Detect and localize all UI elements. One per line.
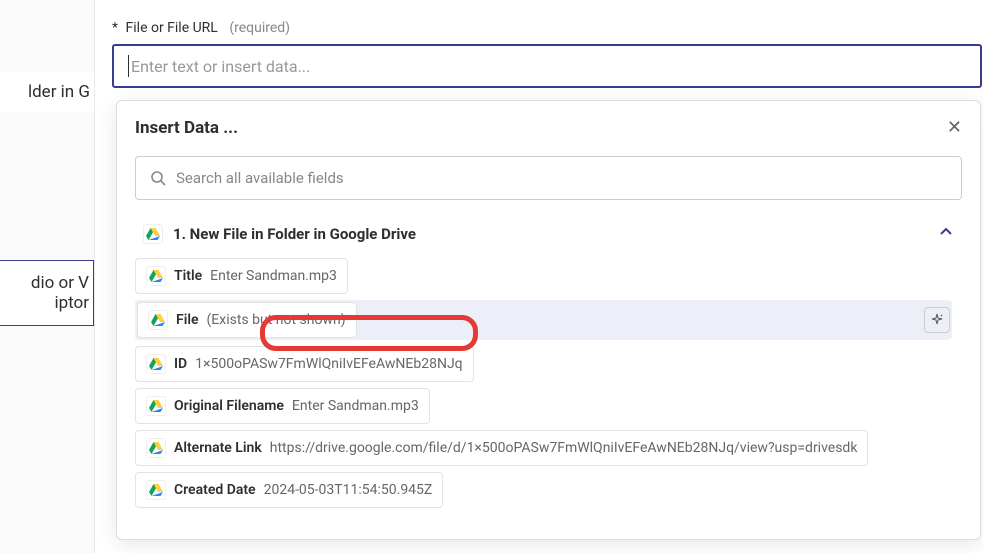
field-name: Alternate Link bbox=[174, 440, 262, 456]
google-drive-icon bbox=[146, 438, 166, 458]
cropped-step-selected: dio or V iptor bbox=[0, 260, 94, 326]
close-icon[interactable]: ✕ bbox=[947, 117, 962, 138]
required-hint: (required) bbox=[229, 20, 290, 36]
field-label: * File or File URL (required) bbox=[112, 20, 983, 36]
field-name: File bbox=[176, 312, 199, 328]
cropped-text: iptor bbox=[54, 293, 89, 313]
text-cursor bbox=[128, 55, 129, 77]
field-option-id[interactable]: ID 1×500oPASw7FmWlQniIvEFeAwNEb28NJq bbox=[135, 346, 952, 382]
google-drive-icon bbox=[143, 224, 163, 244]
source-header[interactable]: 1. New File in Folder in Google Drive bbox=[135, 218, 962, 250]
field-option-original-filename[interactable]: Original Filename Enter Sandman.mp3 bbox=[135, 388, 952, 424]
chevron-up-icon[interactable] bbox=[938, 224, 954, 244]
popup-title: Insert Data ... bbox=[135, 118, 238, 138]
field-option-alternate-link[interactable]: Alternate Link https://drive.google.com/… bbox=[135, 430, 952, 466]
google-drive-icon bbox=[146, 396, 166, 416]
field-label-text: File or File URL bbox=[126, 20, 218, 36]
field-option-file[interactable]: File (Exists but not shown) bbox=[135, 300, 952, 340]
left-cropped-panel: lder in G dio or V iptor bbox=[0, 0, 95, 553]
sparkle-icon[interactable] bbox=[924, 307, 950, 333]
field-name: Created Date bbox=[174, 482, 256, 498]
field-value: 1×500oPASw7FmWlQniIvEFeAwNEb28NJq bbox=[195, 356, 462, 372]
popup-header: Insert Data ... ✕ bbox=[135, 117, 962, 138]
field-value: Enter Sandman.mp3 bbox=[210, 268, 337, 284]
field-value: (Exists but not shown) bbox=[207, 312, 346, 328]
search-placeholder: Search all available fields bbox=[176, 169, 344, 187]
google-drive-icon bbox=[148, 310, 168, 330]
insert-data-popup: Insert Data ... ✕ Search all available f… bbox=[116, 100, 981, 540]
field-value: 2024-05-03T11:54:50.945Z bbox=[264, 482, 433, 498]
required-star: * bbox=[112, 20, 118, 36]
field-name: Title bbox=[174, 268, 202, 284]
google-drive-icon bbox=[146, 480, 166, 500]
field-name: ID bbox=[174, 356, 187, 372]
field-value: Enter Sandman.mp3 bbox=[292, 398, 419, 414]
source-title: 1. New File in Folder in Google Drive bbox=[173, 225, 416, 243]
field-value: https://drive.google.com/file/d/1×500oPA… bbox=[270, 440, 858, 456]
field-option-created-date[interactable]: Created Date 2024-05-03T11:54:50.945Z bbox=[135, 472, 952, 508]
google-drive-icon bbox=[146, 354, 166, 374]
cropped-text: lder in G bbox=[28, 82, 90, 102]
search-input[interactable]: Search all available fields bbox=[135, 156, 962, 200]
input-placeholder: Enter text or insert data... bbox=[131, 57, 310, 76]
google-drive-icon bbox=[146, 266, 166, 286]
fields-list: Title Enter Sandman.mp3 File (Exists but… bbox=[135, 258, 962, 521]
file-url-input[interactable]: Enter text or insert data... bbox=[112, 44, 982, 88]
cropped-step-row: lder in G bbox=[0, 72, 94, 112]
field-option-title[interactable]: Title Enter Sandman.mp3 bbox=[135, 258, 952, 294]
field-name: Original Filename bbox=[174, 398, 284, 414]
search-icon bbox=[150, 170, 166, 186]
cropped-text: dio or V bbox=[31, 273, 89, 293]
